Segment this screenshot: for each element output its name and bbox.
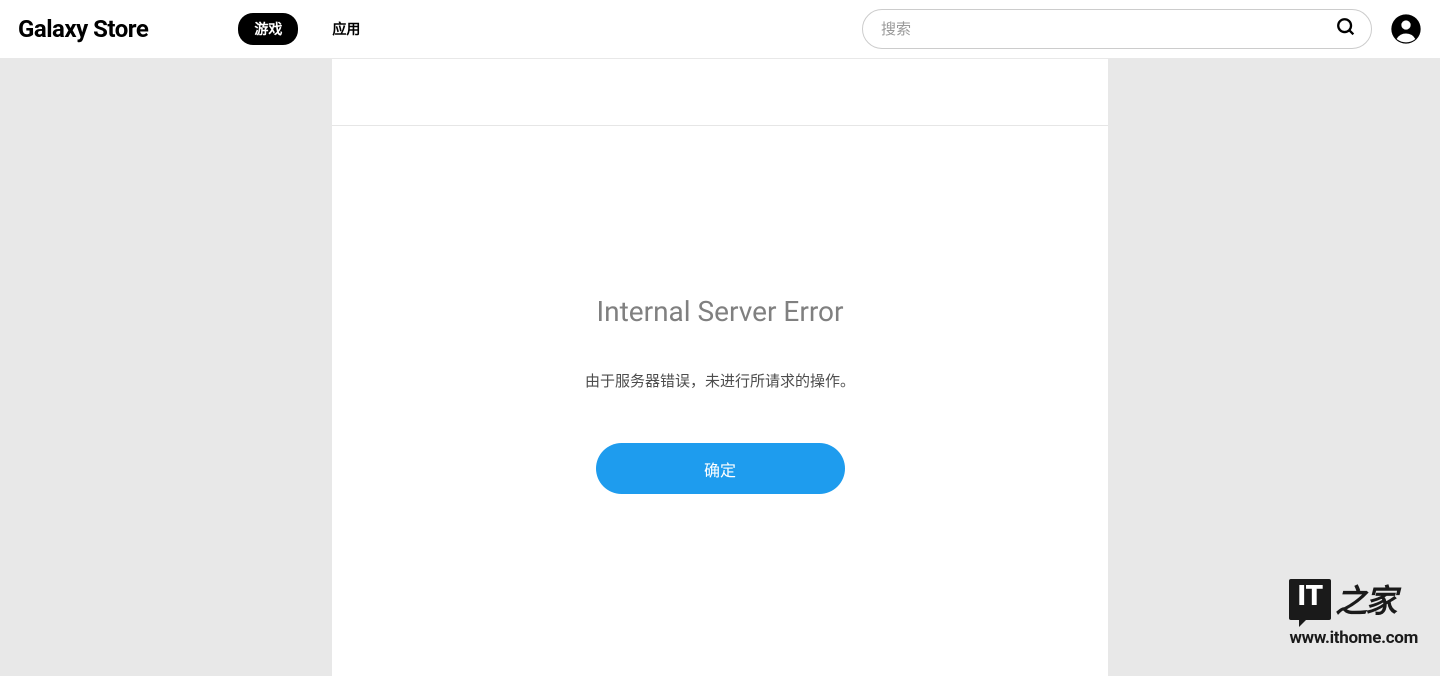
store-logo[interactable]: Galaxy Store	[18, 15, 148, 43]
search-container	[862, 9, 1372, 49]
app-header: Galaxy Store 游戏 应用	[0, 0, 1440, 59]
nav-tabs: 游戏 应用	[238, 13, 376, 45]
header-right	[862, 9, 1422, 49]
watermark-badge: IT	[1289, 579, 1331, 620]
account-icon[interactable]	[1390, 13, 1422, 45]
watermark-suffix: 之家	[1335, 576, 1395, 622]
error-message: 由于服务器错误，未进行所请求的操作。	[585, 370, 855, 391]
error-title: Internal Server Error	[597, 295, 844, 328]
panel-divider	[332, 125, 1108, 126]
tab-apps[interactable]: 应用	[316, 13, 376, 45]
content-area: Internal Server Error 由于服务器错误，未进行所请求的操作。…	[0, 59, 1440, 676]
watermark-logo: IT 之家	[1289, 576, 1395, 622]
error-content: Internal Server Error 由于服务器错误，未进行所请求的操作。…	[332, 295, 1108, 494]
search-input[interactable]	[862, 9, 1372, 49]
watermark-url: www.ithome.com	[1289, 628, 1418, 648]
watermark: IT 之家 www.ithome.com	[1289, 576, 1418, 648]
search-icon[interactable]	[1335, 16, 1357, 42]
main-panel: Internal Server Error 由于服务器错误，未进行所请求的操作。…	[332, 59, 1108, 676]
confirm-button[interactable]: 确定	[596, 443, 845, 494]
tab-games[interactable]: 游戏	[238, 13, 298, 45]
